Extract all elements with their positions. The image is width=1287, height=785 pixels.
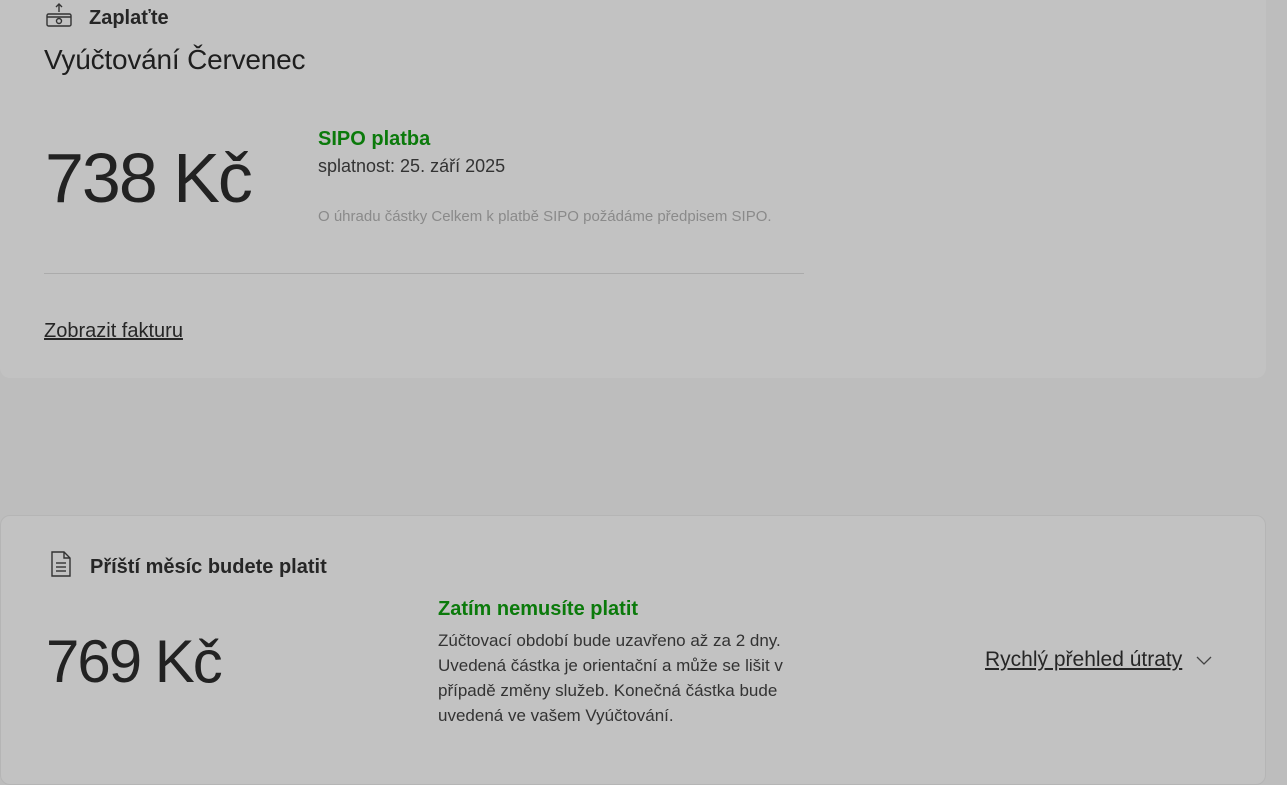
- document-icon: [48, 550, 90, 584]
- divider: [44, 273, 804, 274]
- next-month-header-label: Příští měsíc budete platit: [90, 555, 327, 578]
- next-month-status: Zatím nemusíte platit: [438, 598, 639, 620]
- quick-overview-toggle[interactable]: Rychlý přehled útraty: [985, 648, 1214, 672]
- due-date: splatnost: 25. září 2025: [318, 156, 506, 176]
- view-invoice-link[interactable]: Zobrazit fakturu: [44, 320, 183, 343]
- next-month-description: Zúčtovací období bude uzavřeno až za 2 d…: [438, 631, 783, 725]
- payment-note: O úhradu částky Celkem k platbě SIPO pož…: [318, 208, 772, 225]
- pay-card-header-label: Zaplaťte: [89, 6, 169, 29]
- pay-card-header: Zaplaťte: [45, 2, 169, 34]
- bill-title: Vyúčtování Červenec: [44, 44, 306, 75]
- next-month-amount: 769 Kč: [46, 628, 223, 695]
- bill-amount: 738 Kč: [45, 139, 253, 217]
- money-pay-icon: [45, 2, 89, 34]
- quick-overview-label[interactable]: Rychlý přehled útraty: [985, 648, 1182, 672]
- payment-status: SIPO platba: [318, 128, 431, 150]
- chevron-down-icon[interactable]: [1194, 654, 1214, 666]
- next-month-header: Příští měsíc budete platit: [48, 550, 327, 584]
